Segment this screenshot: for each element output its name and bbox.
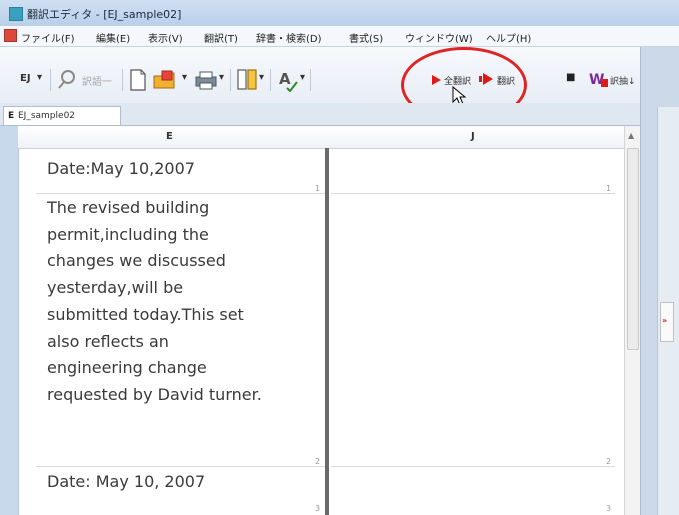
search-icon[interactable] — [56, 69, 80, 91]
segment-line: yesterday,will be — [47, 278, 184, 298]
layout-icon[interactable] — [236, 68, 258, 92]
toolbar: EJ ▾ 訳語一 ▾ ▾ ▾ A ▾ 全翻訳 翻訳 ■ W 訳抽↓ — [0, 47, 679, 104]
window-title: 翻訳エディタ - [EJ_sample02] — [27, 8, 182, 21]
right-side-panel — [640, 47, 679, 515]
app-icon — [9, 7, 23, 21]
segment-line: changes we discussed — [47, 251, 226, 271]
segment-line: Date:May 10,2007 — [47, 159, 195, 178]
target-column-header: J — [471, 131, 475, 142]
layout-dropdown-icon[interactable]: ▾ — [259, 72, 264, 83]
tab-type-label: E — [8, 111, 15, 121]
column-header: E J — [18, 126, 624, 149]
menu-edit[interactable]: 編集(E) — [96, 30, 130, 45]
tab-label: EJ_sample02 — [18, 111, 76, 121]
segment-line: The revised building — [47, 198, 210, 217]
direction-button[interactable]: EJ — [20, 73, 31, 84]
menu-window[interactable]: ウィンドウ(W) — [405, 30, 473, 45]
menu-file[interactable]: ファイル(F) — [21, 30, 75, 45]
document-icon[interactable] — [4, 29, 17, 42]
open-folder-icon[interactable] — [152, 68, 182, 92]
segment-line: Date: May 10, 2007 — [47, 472, 206, 491]
proofread-dropdown-icon[interactable]: ▾ — [300, 72, 305, 83]
segment-line: permit,including the — [47, 224, 209, 244]
dictionary-extract-icon[interactable]: W — [588, 69, 610, 89]
target-segment-number: 3 — [606, 504, 612, 513]
menu-format[interactable]: 書式(S) — [349, 30, 383, 45]
print-dropdown-icon[interactable]: ▾ — [219, 72, 224, 83]
title-bar: 翻訳エディタ - [EJ_sample02] — [0, 0, 679, 26]
proofread-icon[interactable]: A — [277, 68, 299, 92]
term-search-button[interactable]: 訳語一 — [82, 73, 112, 88]
vertical-scrollbar[interactable]: ▲ — [624, 126, 641, 515]
segment-separator — [36, 466, 325, 467]
direction-dropdown-icon[interactable]: ▾ — [37, 72, 42, 83]
segment-line: submitted today.This set — [47, 304, 244, 324]
menu-dictionary-search[interactable]: 辞書・検索(D) — [256, 30, 322, 45]
stop-icon[interactable]: ■ — [566, 72, 575, 83]
source-segment-number: 3 — [315, 504, 321, 513]
menu-bar: ファイル(F) 編集(E) 表示(V) 翻訳(T) 辞書・検索(D) 書式(S)… — [0, 26, 679, 47]
target-segment-number: 2 — [606, 457, 612, 466]
source-segment-2[interactable]: The revised building permit,including th… — [47, 195, 262, 409]
column-divider[interactable] — [325, 148, 329, 515]
segment-separator — [331, 466, 615, 467]
toolbar-separator — [270, 69, 271, 91]
source-segment-1[interactable]: Date:May 10,2007 — [47, 156, 195, 183]
scroll-up-icon[interactable]: ▲ — [628, 131, 634, 140]
menu-help[interactable]: ヘルプ(H) — [486, 30, 531, 45]
toolbar-separator — [50, 69, 51, 91]
new-document-icon[interactable] — [128, 68, 148, 92]
menu-translate[interactable]: 翻訳(T) — [204, 30, 238, 45]
scroll-thumb[interactable] — [627, 148, 639, 350]
toolbar-separator — [122, 69, 123, 91]
toolbar-separator — [310, 69, 311, 91]
segment-line: engineering change — [47, 358, 207, 378]
dictionary-extract-button[interactable]: 訳抽↓ — [610, 74, 636, 87]
svg-text:A: A — [279, 70, 291, 88]
source-segment-number: 1 — [315, 184, 321, 193]
panel-toggle-icon: » — [662, 316, 668, 325]
menu-view[interactable]: 表示(V) — [148, 30, 183, 45]
segment-line: also reflects an — [47, 331, 169, 351]
target-segment-number: 1 — [606, 184, 612, 193]
tab-ej-sample02[interactable]: E EJ_sample02 — [3, 106, 121, 125]
document-tab-strip: E EJ_sample02 — [0, 103, 679, 126]
source-segment-number: 2 — [315, 457, 321, 466]
source-column-header: E — [166, 131, 173, 142]
print-icon[interactable] — [193, 69, 219, 91]
source-segment-3[interactable]: Date: May 10, 2007 — [47, 469, 205, 496]
open-dropdown-icon[interactable]: ▾ — [182, 72, 187, 83]
panel-toggle-button[interactable]: » — [660, 302, 674, 342]
segment-separator — [331, 193, 615, 194]
toolbar-separator — [230, 69, 231, 91]
app-window: 翻訳エディタ - [EJ_sample02] ファイル(F) 編集(E) 表示(… — [0, 0, 679, 515]
segment-separator — [36, 193, 325, 194]
segment-line: requested by David turner. — [47, 384, 262, 404]
